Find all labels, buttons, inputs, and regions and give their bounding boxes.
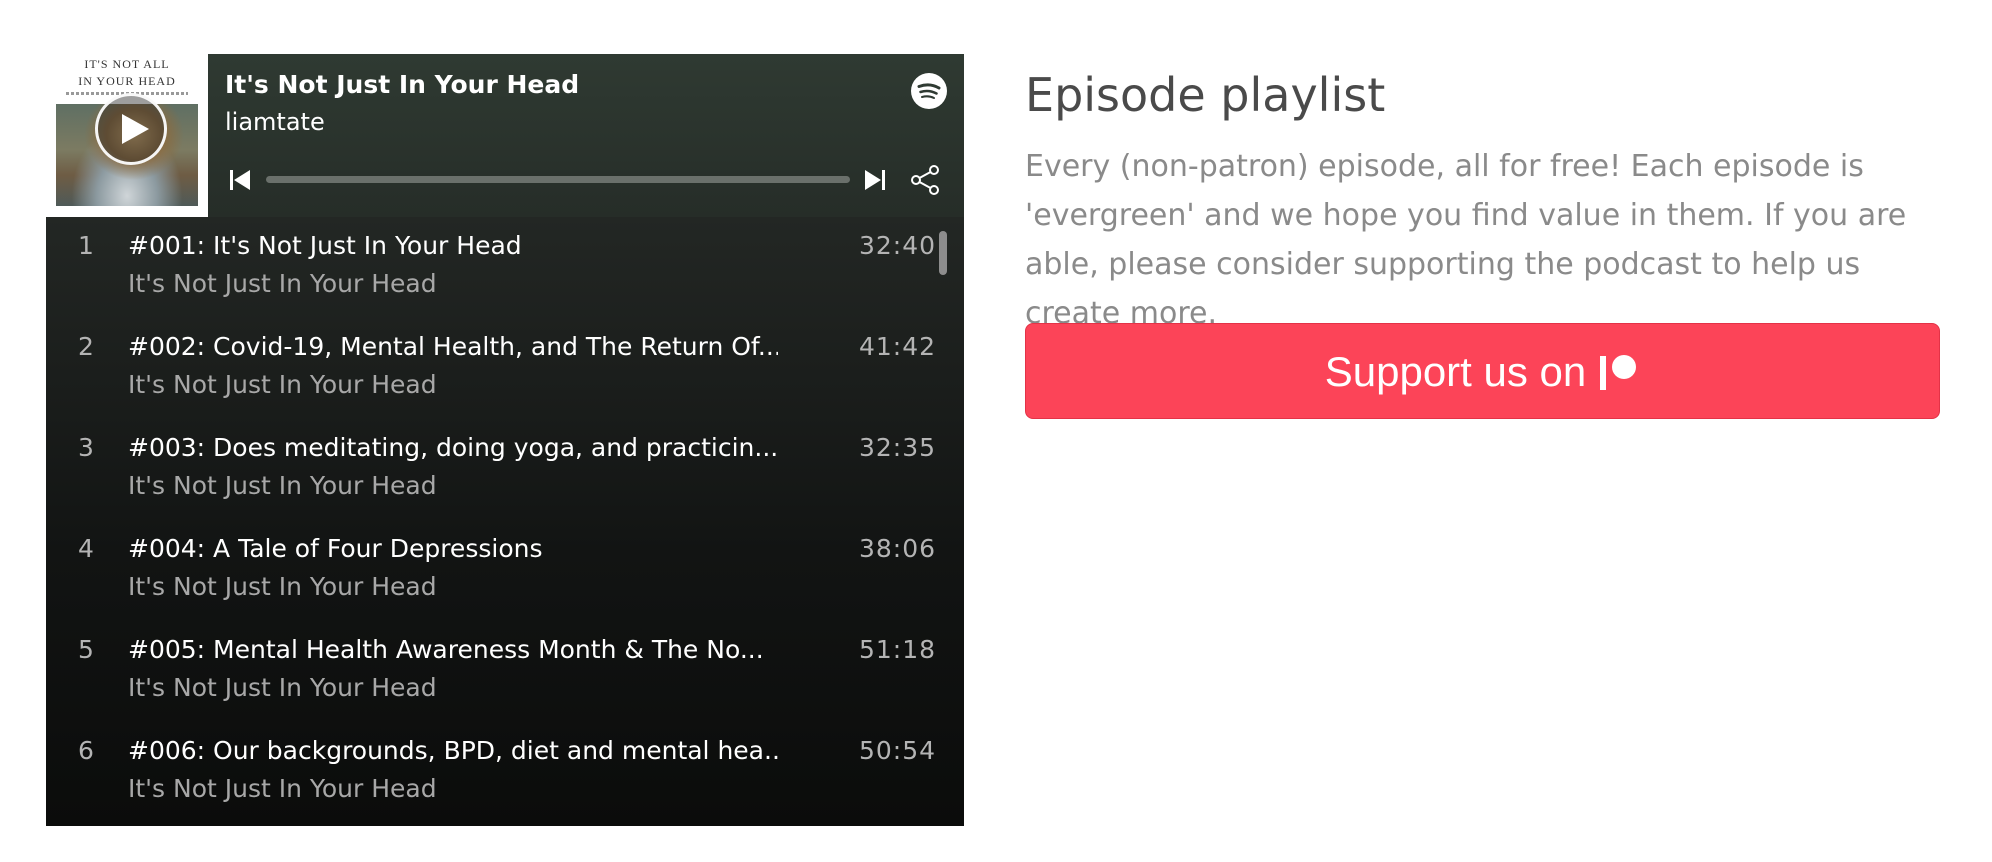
track-show-name: It's Not Just In Your Head [128, 269, 437, 298]
track-number: 1 [78, 231, 94, 260]
support-on-patreon-button[interactable]: Support us on [1025, 323, 1940, 419]
skip-forward-icon[interactable] [864, 168, 886, 192]
section-heading: Episode playlist [1025, 68, 1386, 122]
track-title: #002: Covid-19, Mental Health, and The R… [128, 332, 778, 361]
cover-frame: IT'S NOT ALL IN YOUR HEAD [46, 54, 208, 217]
support-button-label: Support us on [1324, 348, 1587, 395]
podcast-cover-art: IT'S NOT ALL IN YOUR HEAD [56, 54, 198, 206]
track-show-name: It's Not Just In Your Head [128, 673, 437, 702]
track-show-name: It's Not Just In Your Head [128, 572, 437, 601]
track-number: 2 [78, 332, 94, 361]
episode-track-list: 1 #001: It's Not Just In Your Head It's … [46, 217, 964, 826]
player-header: IT'S NOT ALL IN YOUR HEAD It's Not Just … [46, 54, 964, 217]
track-number: 5 [78, 635, 94, 664]
spotify-embed-player: IT'S NOT ALL IN YOUR HEAD It's Not Just … [46, 54, 964, 826]
cover-title-line1: IT'S NOT ALL [84, 57, 170, 71]
track-row[interactable]: 3 #003: Does meditating, doing yoga, and… [46, 419, 946, 520]
play-icon [122, 114, 149, 144]
spotify-logo-icon[interactable] [911, 73, 947, 109]
section-description: Every (non-patron) episode, all for free… [1025, 149, 1907, 331]
track-row[interactable]: 1 #001: It's Not Just In Your Head It's … [46, 217, 946, 318]
track-title: #005: Mental Health Awareness Month & Th… [128, 635, 764, 664]
cover-title-line2: IN YOUR HEAD [78, 74, 176, 88]
track-duration: 50:54 [858, 736, 936, 765]
track-row[interactable]: 2 #002: Covid-19, Mental Health, and The… [46, 318, 946, 419]
track-row[interactable]: 4 #004: A Tale of Four Depressions It's … [46, 520, 946, 621]
track-show-name: It's Not Just In Your Head [128, 370, 437, 399]
track-title: #003: Does meditating, doing yoga, and p… [128, 433, 778, 462]
track-number: 6 [78, 736, 94, 765]
track-title: #004: A Tale of Four Depressions [128, 534, 543, 563]
play-button[interactable] [95, 93, 167, 165]
track-title: #001: It's Not Just In Your Head [128, 231, 522, 260]
track-duration: 32:40 [858, 231, 936, 260]
track-duration: 38:06 [858, 534, 936, 563]
track-row[interactable]: 5 #005: Mental Health Awareness Month & … [46, 621, 946, 722]
track-row[interactable]: 6 #006: Our backgrounds, BPD, diet and m… [46, 722, 946, 823]
track-number: 3 [78, 433, 94, 462]
share-icon[interactable] [910, 164, 940, 196]
track-duration: 51:18 [858, 635, 936, 664]
track-show-name: It's Not Just In Your Head [128, 774, 437, 803]
support-button-content: Support us on [1026, 324, 1939, 420]
patreon-logo-icon [1600, 355, 1637, 390]
now-playing-title[interactable]: It's Not Just In Your Head [225, 70, 579, 99]
cover-title-text: IT'S NOT ALL IN YOUR HEAD [56, 56, 198, 90]
track-title: #006: Our backgrounds, BPD, diet and men… [128, 736, 778, 765]
page: IT'S NOT ALL IN YOUR HEAD It's Not Just … [0, 0, 1992, 862]
playback-progress-bar[interactable] [266, 176, 850, 183]
track-show-name: It's Not Just In Your Head [128, 471, 437, 500]
track-number: 4 [78, 534, 94, 563]
track-duration: 32:35 [858, 433, 936, 462]
skip-back-icon[interactable] [229, 168, 251, 192]
now-playing-author[interactable]: liamtate [225, 108, 325, 136]
track-duration: 41:42 [858, 332, 936, 361]
